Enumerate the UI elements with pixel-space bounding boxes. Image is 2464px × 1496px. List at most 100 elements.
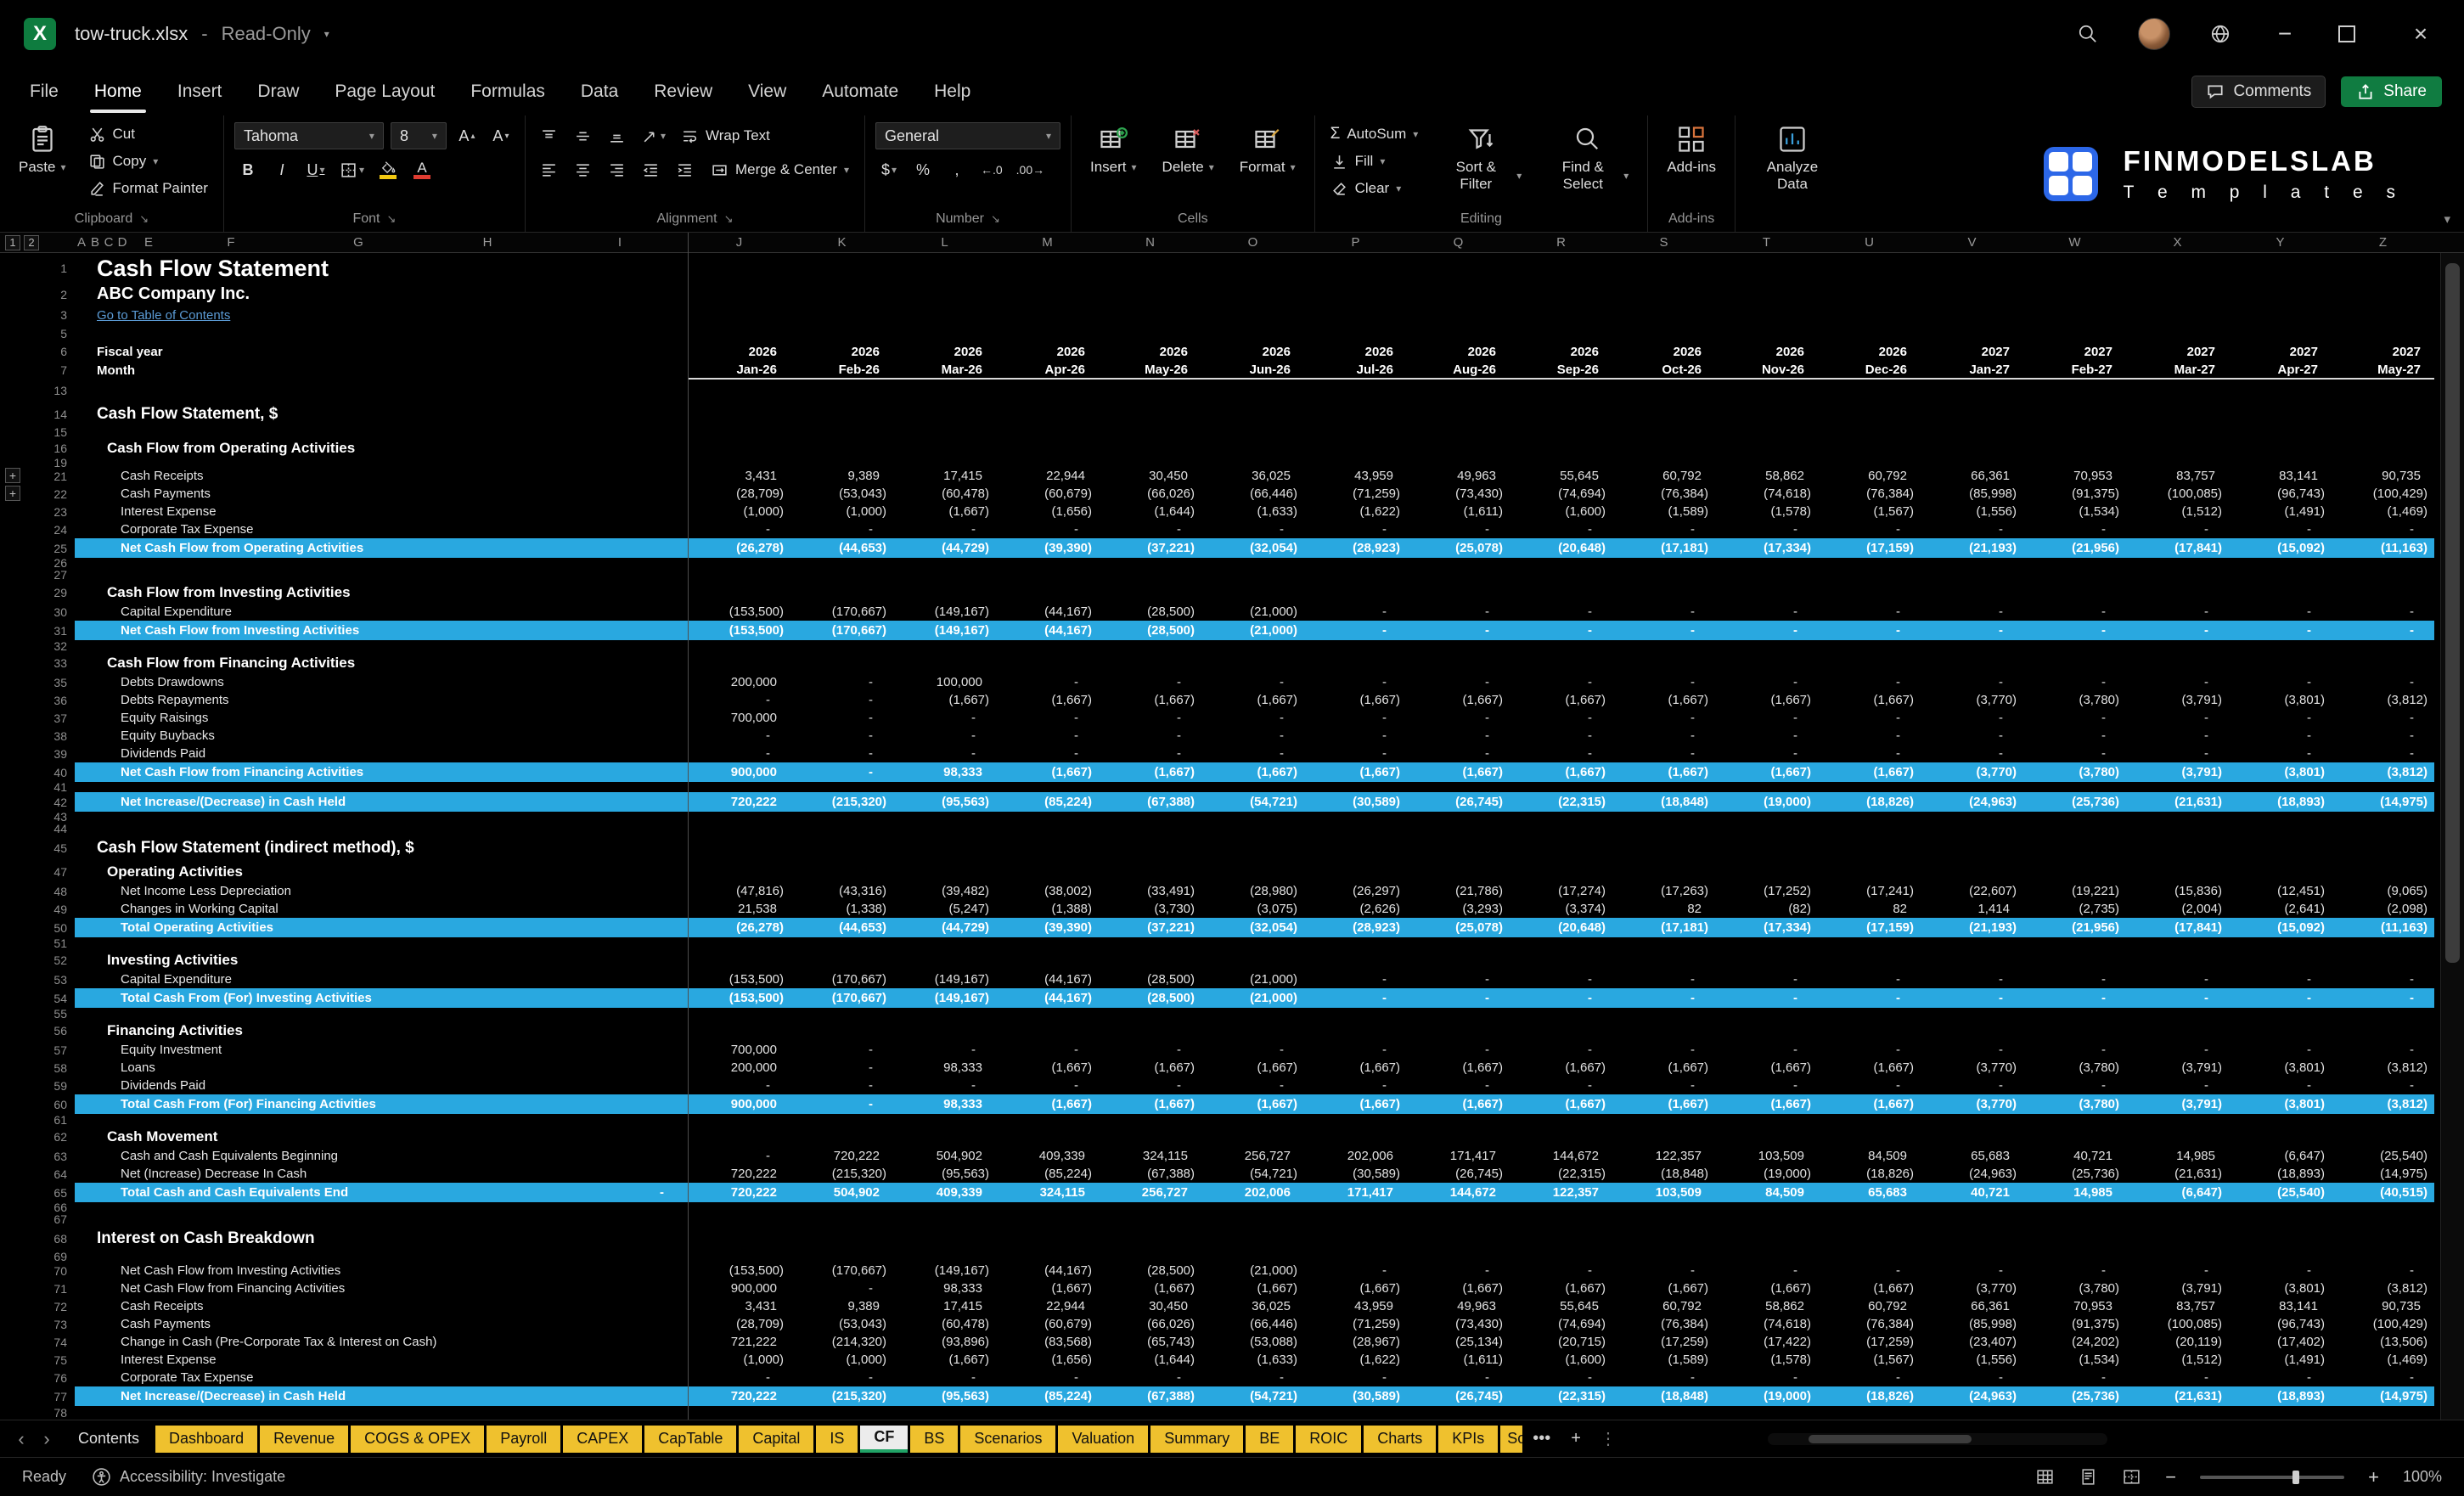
cell[interactable]: (18,893) [2229, 1165, 2332, 1183]
row-number[interactable]: 61 [44, 1114, 75, 1126]
cell[interactable]: - [2332, 727, 2434, 745]
cell[interactable]: (1,667) [1510, 1059, 1612, 1077]
sheet-tab-scenarios[interactable]: Scenarios [960, 1426, 1055, 1453]
cell[interactable]: - [1407, 1041, 1510, 1059]
cell[interactable]: - [790, 745, 893, 762]
addins-button[interactable]: Add-ins [1658, 122, 1724, 177]
row-number[interactable]: 52 [44, 949, 75, 970]
cell[interactable]: 409,339 [996, 1147, 1099, 1165]
cell[interactable]: - [790, 1059, 893, 1077]
row-number[interactable]: 19 [44, 458, 75, 467]
cell[interactable]: (1,667) [1304, 1059, 1407, 1077]
row-number[interactable]: 27 [44, 568, 75, 582]
cell[interactable]: (1,512) [2126, 1351, 2229, 1369]
cell[interactable]: 60,792 [1818, 467, 1921, 485]
cell[interactable]: - [1407, 603, 1510, 621]
cell[interactable]: 2027 [2023, 342, 2126, 361]
cell[interactable]: - [1407, 1369, 1510, 1386]
cell[interactable]: - [1510, 1369, 1612, 1386]
cell[interactable]: (1,667) [996, 1059, 1099, 1077]
cell[interactable]: 49,963 [1407, 467, 1510, 485]
cell[interactable]: 720,222 [688, 1165, 790, 1183]
cell[interactable]: - [688, 691, 790, 709]
cell[interactable]: 721,222 [688, 1333, 790, 1351]
cell[interactable]: 900,000 [688, 762, 790, 782]
cell[interactable]: - [1099, 1041, 1201, 1059]
cell[interactable]: - [1407, 988, 1510, 1008]
column-header-H[interactable]: H [423, 235, 552, 250]
cell[interactable]: (21,000) [1201, 1262, 1304, 1279]
italic-button[interactable]: I [268, 156, 295, 183]
align-center-button[interactable] [570, 156, 597, 183]
cell[interactable]: (3,293) [1407, 900, 1510, 918]
column-header-W[interactable]: W [2023, 235, 2126, 250]
cell[interactable]: (100,085) [2126, 485, 2229, 503]
row-number[interactable]: 66 [44, 1202, 75, 1212]
cell[interactable]: (18,893) [2229, 792, 2332, 812]
cell[interactable]: (1,667) [1715, 691, 1818, 709]
column-header-I[interactable]: I [552, 235, 688, 250]
cell[interactable]: - [2023, 621, 2126, 640]
cell[interactable]: (1,667) [996, 1279, 1099, 1297]
cell[interactable]: - [1818, 970, 1921, 988]
cell[interactable]: - [1612, 1262, 1715, 1279]
cell[interactable]: - [1201, 1041, 1304, 1059]
cell[interactable]: 100,000 [893, 673, 996, 691]
cell[interactable]: (1,578) [1715, 1351, 1818, 1369]
sheet-tab-bs[interactable]: BS [910, 1426, 958, 1453]
cell[interactable]: - [1510, 727, 1612, 745]
cell[interactable]: (1,667) [996, 1094, 1099, 1114]
cell[interactable]: (71,259) [1304, 485, 1407, 503]
cell[interactable]: - [1201, 727, 1304, 745]
cell[interactable]: - [1612, 621, 1715, 640]
cell[interactable]: (85,224) [996, 1165, 1099, 1183]
cell[interactable]: (3,770) [1921, 691, 2023, 709]
cell[interactable]: Mar-27 [2126, 361, 2229, 380]
cell[interactable]: (1,667) [1099, 691, 1201, 709]
cell[interactable]: - [1715, 603, 1818, 621]
cell[interactable]: (32,054) [1201, 538, 1304, 558]
cell[interactable]: (170,667) [790, 970, 893, 988]
column-header-G[interactable]: G [294, 235, 423, 250]
cell[interactable]: - [2332, 621, 2434, 640]
cell[interactable]: (91,375) [2023, 1315, 2126, 1333]
cell[interactable]: 83,757 [2126, 1297, 2229, 1315]
cell[interactable]: (3,770) [1921, 1094, 2023, 1114]
cell[interactable]: (18,826) [1818, 792, 1921, 812]
row-number[interactable]: 64 [44, 1165, 75, 1183]
sheet-tab-capital[interactable]: Capital [739, 1426, 813, 1453]
row-number[interactable]: 55 [44, 1008, 75, 1020]
cell[interactable]: (100,429) [2332, 1315, 2434, 1333]
cell[interactable]: - [2332, 1077, 2434, 1094]
cell[interactable]: - [2229, 1262, 2332, 1279]
cell[interactable]: (60,679) [996, 1315, 1099, 1333]
cell[interactable]: - [1099, 520, 1201, 538]
cell[interactable]: - [2332, 745, 2434, 762]
cell[interactable]: Apr-26 [996, 361, 1099, 380]
cell[interactable]: (44,167) [996, 970, 1099, 988]
cell[interactable]: (44,167) [996, 621, 1099, 640]
cell[interactable]: (2,641) [2229, 900, 2332, 918]
row-number[interactable]: 43 [44, 812, 75, 822]
cell[interactable]: 84,509 [1715, 1183, 1818, 1202]
cell[interactable]: 60,792 [1818, 1297, 1921, 1315]
cell[interactable]: Oct-26 [1612, 361, 1715, 380]
cell[interactable]: - [1510, 621, 1612, 640]
tab-scroll-left-icon[interactable]: ‹ [8, 1428, 34, 1450]
cell[interactable]: 171,417 [1304, 1183, 1407, 1202]
row-number[interactable]: 73 [44, 1315, 75, 1333]
row-number[interactable]: 68 [44, 1226, 75, 1251]
cell[interactable]: - [1304, 727, 1407, 745]
cell[interactable]: - [1818, 727, 1921, 745]
merge-center-button[interactable]: Merge & Center▾ [706, 156, 854, 183]
cell[interactable]: (54,721) [1201, 1165, 1304, 1183]
cell[interactable]: (19,000) [1715, 792, 1818, 812]
page-layout-view-icon[interactable] [2079, 1467, 2098, 1487]
cell[interactable]: (1,667) [893, 503, 996, 520]
sheet-tab-dashboard[interactable]: Dashboard [155, 1426, 257, 1453]
cell[interactable]: (25,736) [2023, 792, 2126, 812]
cell[interactable]: - [893, 709, 996, 727]
cell[interactable]: (26,278) [688, 538, 790, 558]
cell[interactable]: (1,491) [2229, 1351, 2332, 1369]
cell[interactable]: 21,538 [688, 900, 790, 918]
